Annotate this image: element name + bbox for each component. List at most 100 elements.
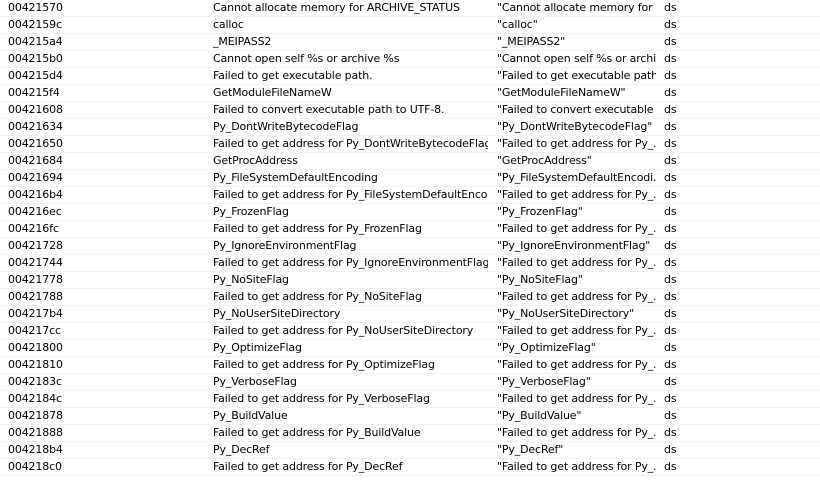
table-row[interactable]: 00421694 Py_FileSystemDefaultEncoding "Py_… [0,170,820,187]
row-type: ds [664,188,677,201]
row-string: _MEIPASS2 [213,35,272,48]
table-row[interactable]: 0042183c Py_VerboseFlag "Py_VerboseFlag" ds [0,374,820,391]
table-row[interactable]: 004216b4 Failed to get address for Py_Fil… [0,187,820,204]
row-string: Failed to get address for Py_FileSystemD… [213,188,488,201]
row-string: Failed to get address for Py_NoSiteFlag [213,290,422,303]
table-row[interactable]: 004215a4 _MEIPASS2 "_MEIPASS2" ds [0,34,820,51]
row-value: "Py_DecRef" [497,443,564,456]
row-type: ds [664,171,677,184]
row-value: "GetModuleFileNameW" [497,86,626,99]
table-row[interactable]: 00421728 Py_IgnoreEnvironmentFlag "Py_Igno… [0,238,820,255]
row-address: 00421650 [8,137,63,150]
row-value: "Py_NoUserSiteDirectory" [497,307,635,320]
row-address: 00421684 [8,154,63,167]
row-value: "Failed to get address for Py_... [497,324,656,337]
row-address: 00421728 [8,239,63,252]
row-string: Py_FileSystemDefaultEncoding [213,171,378,184]
row-address: 004215b0 [8,52,63,65]
row-address: 00421810 [8,358,63,371]
row-type: ds [664,205,677,218]
row-type: ds [664,307,677,320]
table-row[interactable]: 004216fc Failed to get address for Py_Fro… [0,221,820,238]
table-row[interactable]: 00421888 Failed to get address for Py_Bui… [0,425,820,442]
row-address: 004215f4 [8,86,60,99]
row-type: ds [664,120,677,133]
strings-table[interactable]: 00421570 Cannot allocate memory for ARCHI… [0,0,820,484]
row-value: "Py_IgnoreEnvironmentFlag" [497,239,651,252]
table-row[interactable]: 004218c0 Failed to get address for Py_Dec… [0,459,820,476]
table-row[interactable]: 004215b0 Cannot open self %s or archive %… [0,51,820,68]
row-type: ds [664,86,677,99]
table-row[interactable]: 00421878 Py_BuildValue "Py_BuildValue" ds [0,408,820,425]
row-address: 004217b4 [8,307,63,320]
table-row[interactable]: 004215f4 GetModuleFileNameW "GetModuleFile… [0,85,820,102]
row-type: ds [664,222,677,235]
row-string: Failed to get address for Py_DontWriteBy… [213,137,488,150]
row-string: Failed to convert executable path to UTF… [213,103,445,116]
row-type: ds [664,52,677,65]
row-value: "Failed to get executable path." [497,69,656,82]
row-address: 00421634 [8,120,63,133]
table-row[interactable]: 00421650 Failed to get address for Py_Don… [0,136,820,153]
table-row[interactable]: 004218b4 Py_DecRef "Py_DecRef" ds [0,442,820,459]
row-string: Py_DontWriteBytecodeFlag [213,120,359,133]
row-string: Failed to get address for Py_NoUserSiteD… [213,324,474,337]
table-row[interactable]: 00421684 GetProcAddress "GetProcAddress" ds [0,153,820,170]
row-type: ds [664,35,677,48]
table-row[interactable]: 00421608 Failed to convert executable pat… [0,102,820,119]
row-string: Py_VerboseFlag [213,375,297,388]
table-row[interactable]: 00421744 Failed to get address for Py_Ign… [0,255,820,272]
table-row[interactable]: 004216ec Py_FrozenFlag "Py_FrozenFlag" ds [0,204,820,221]
row-address: 004217cc [8,324,61,337]
row-string: Py_BuildValue [213,409,288,422]
row-address: 00421694 [8,171,63,184]
table-row[interactable]: 00421810 Failed to get address for Py_Opt… [0,357,820,374]
row-address: 004215a4 [8,35,63,48]
table-row[interactable]: 00421800 Py_OptimizeFlag "Py_OptimizeFlag"… [0,340,820,357]
row-string: Failed to get address for Py_DecRef [213,460,403,473]
row-value: "calloc" [497,18,538,31]
row-type: ds [664,239,677,252]
row-type: ds [664,103,677,116]
row-address: 0042183c [8,375,62,388]
table-row[interactable]: 004217cc Failed to get address for Py_NoU… [0,323,820,340]
row-type: ds [664,392,677,405]
row-value: "Py_FrozenFlag" [497,205,583,218]
row-string: Py_IgnoreEnvironmentFlag [213,239,357,252]
table-row[interactable]: 0042159c calloc "calloc" ds [0,17,820,34]
row-value: "Py_VerboseFlag" [497,375,591,388]
table-row[interactable]: 004215d4 Failed to get executable path. "F… [0,68,820,85]
row-address: 00421744 [8,256,63,269]
row-value: "Py_NoSiteFlag" [497,273,583,286]
row-value: "Failed to get address for Py_... [497,256,656,269]
row-address: 00421878 [8,409,63,422]
table-row-partial[interactable] [0,476,820,482]
row-string: Cannot allocate memory for ARCHIVE_STATU… [213,1,460,14]
row-value: "Failed to convert executable ... [497,103,656,116]
row-address: 00421888 [8,426,63,439]
row-type: ds [664,137,677,150]
table-row[interactable]: 0042184c Failed to get address for Py_Ver… [0,391,820,408]
strings-table-body: 00421570 Cannot allocate memory for ARCHI… [0,0,820,476]
row-value: "Failed to get address for Py_... [497,358,656,371]
row-type: ds [664,375,677,388]
row-type: ds [664,358,677,371]
table-row[interactable]: 00421788 Failed to get address for Py_NoS… [0,289,820,306]
table-row[interactable]: 004217b4 Py_NoUserSiteDirectory "Py_NoUser… [0,306,820,323]
row-string: Py_FrozenFlag [213,205,289,218]
row-value: "Failed to get address for Py_... [497,290,656,303]
row-address: 004216b4 [8,188,63,201]
table-row[interactable]: 00421570 Cannot allocate memory for ARCHI… [0,0,820,17]
table-row[interactable]: 00421634 Py_DontWriteBytecodeFlag "Py_Dont… [0,119,820,136]
row-type: ds [664,426,677,439]
row-value: "Cannot open self %s or archi... [497,52,656,65]
table-row[interactable]: 00421778 Py_NoSiteFlag "Py_NoSiteFlag" ds [0,272,820,289]
row-type: ds [664,341,677,354]
row-type: ds [664,256,677,269]
row-type: ds [664,273,677,286]
row-value: "Failed to get address for Py_... [497,137,656,150]
row-string: Failed to get address for Py_VerboseFlag [213,392,430,405]
row-string: Failed to get executable path. [213,69,373,82]
row-string: calloc [213,18,244,31]
row-string: Py_NoUserSiteDirectory [213,307,341,320]
